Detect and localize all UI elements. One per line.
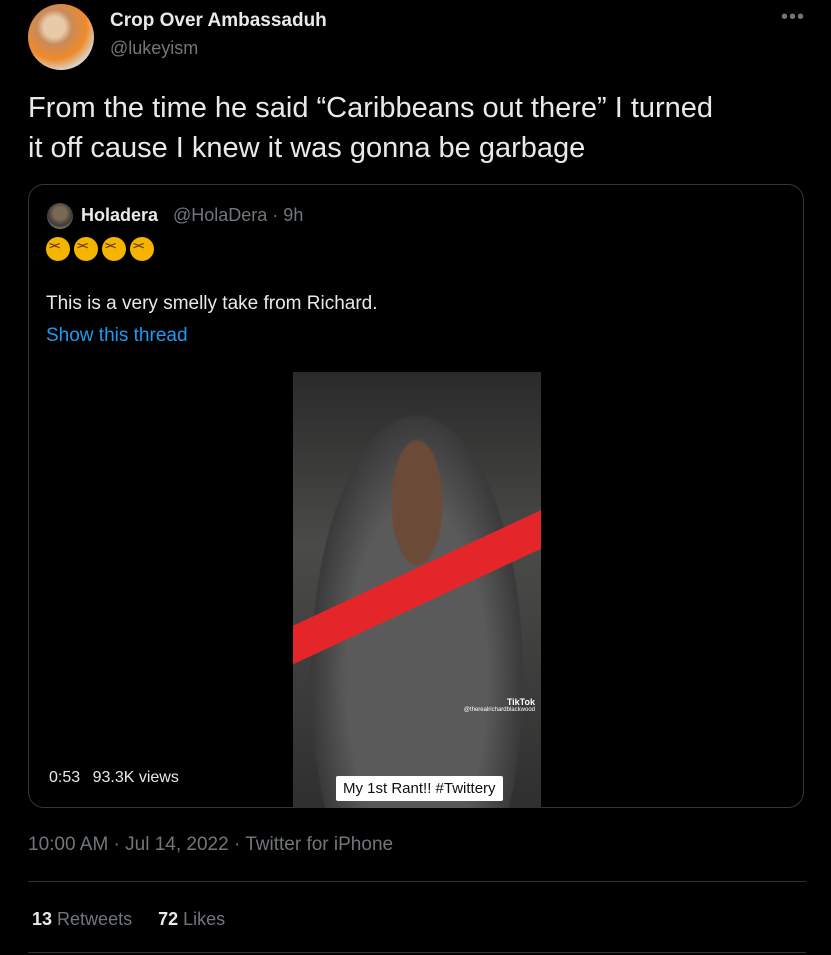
quoted-name[interactable]: Holadera	[81, 205, 158, 226]
video-caption: My 1st Rant!! #Twittery	[336, 776, 503, 801]
retweets-label: Retweets	[57, 909, 133, 929]
author-avatar[interactable]	[28, 4, 94, 70]
likes-stat[interactable]: 72 Likes	[158, 909, 225, 929]
likes-count: 72	[158, 909, 179, 929]
tiktok-username: @therealrichardblackwood	[463, 707, 535, 713]
quoted-avatar[interactable]	[47, 203, 73, 229]
confounded-face-icon	[46, 237, 70, 261]
confounded-face-icon	[102, 237, 126, 261]
quoted-emoji-row	[46, 237, 158, 267]
confounded-face-icon	[130, 237, 154, 261]
tiktok-watermark: TikTok @therealrichardblackwood	[464, 697, 535, 713]
divider	[28, 952, 806, 953]
tweet-text: From the time he said “Caribbeans out th…	[28, 88, 808, 168]
quoted-tweet[interactable]: Holadera @HolaDera · 9h This is a very s…	[28, 184, 804, 808]
retweets-count: 13	[32, 909, 53, 929]
tiktok-label: TikTok	[506, 697, 535, 707]
likes-label: Likes	[183, 909, 226, 929]
quoted-text: This is a very smelly take from Richard.	[46, 293, 378, 314]
author-handle[interactable]: @lukeyism	[110, 38, 198, 59]
more-horizontal-icon[interactable]: •••	[781, 6, 805, 29]
quoted-handle[interactable]: @HolaDera · 9h	[173, 205, 303, 226]
video-duration: 0:53	[49, 769, 81, 786]
author-name[interactable]: Crop Over Ambassaduh	[110, 10, 327, 32]
tweet-text-line: From the time he said “Caribbeans out th…	[28, 92, 714, 124]
divider	[28, 881, 806, 882]
video-player[interactable]: TikTok @therealrichardblackwood My 1st R…	[293, 372, 541, 808]
tweet-meta[interactable]: 10:00 AM · Jul 14, 2022 · Twitter for iP…	[28, 834, 393, 856]
tweet-stats: 13 Retweets 72 Likes	[32, 909, 225, 930]
show-thread-link[interactable]: Show this thread	[46, 325, 188, 347]
confounded-face-icon	[74, 237, 98, 261]
retweets-stat[interactable]: 13 Retweets	[32, 909, 132, 929]
tweet-text-line: it off cause I knew it was gonna be garb…	[28, 132, 586, 164]
video-views: 93.3K views	[92, 769, 179, 786]
video-stats: 0:53 93.3K views	[49, 769, 179, 787]
